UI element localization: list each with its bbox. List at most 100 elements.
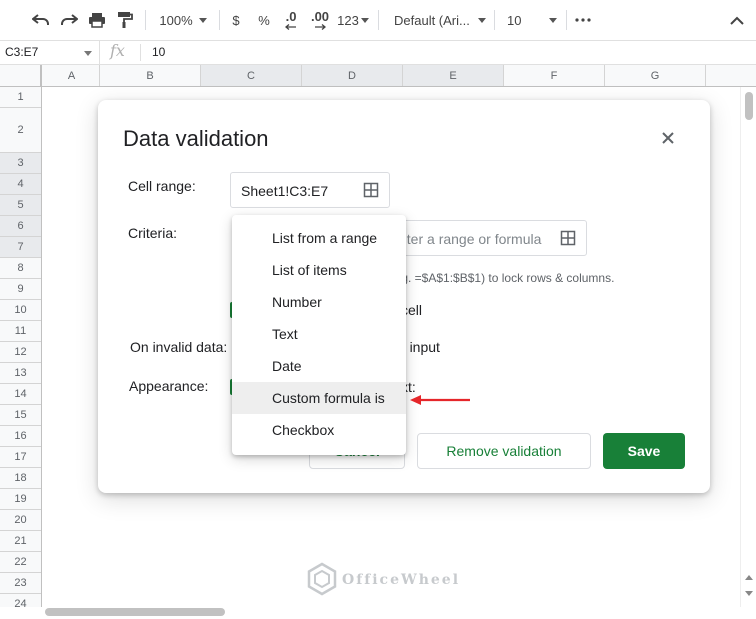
remove-validation-button[interactable]: Remove validation [417, 433, 591, 469]
row-header-21[interactable]: 21 [0, 531, 41, 552]
menu-item-list-from-range[interactable]: List from a range [232, 222, 406, 254]
row-header-6[interactable]: 6 [0, 216, 41, 237]
row-header-17[interactable]: 17 [0, 447, 41, 468]
toolbar-divider [219, 10, 220, 30]
annotation-arrow-icon [410, 395, 470, 405]
criteria-range-input[interactable]: nter a range or formula [388, 220, 587, 256]
toolbar: 100% $ % .0 .00 123 Default (Ari... 10 [0, 0, 756, 41]
row-header-15[interactable]: 15 [0, 405, 41, 426]
undo-button[interactable] [30, 8, 52, 32]
toolbar-divider [566, 10, 567, 30]
column-header-f[interactable]: F [504, 65, 605, 86]
font-family-value: Default (Ari... [394, 12, 470, 28]
decrease-decimals-label: .0 [285, 9, 297, 24]
row-header-4[interactable]: 4 [0, 174, 41, 195]
row-header-13[interactable]: 13 [0, 363, 41, 384]
zoom-select[interactable]: 100% [155, 8, 211, 32]
fx-icon: fx [110, 41, 125, 60]
row-header-12[interactable]: 12 [0, 342, 41, 363]
row-headers: 1 2 3 4 5 6 7 8 9 10 11 12 13 14 15 16 1… [0, 87, 42, 607]
toolbar-divider [145, 10, 146, 30]
column-header-d[interactable]: D [302, 65, 403, 86]
currency-format-button[interactable]: $ [228, 8, 244, 32]
collapse-toolbar-button[interactable] [726, 8, 748, 32]
scroll-down-arrow-icon[interactable] [745, 591, 753, 596]
criteria-placeholder: nter a range or formula [399, 231, 542, 247]
select-range-grid-icon[interactable] [560, 230, 576, 246]
select-range-grid-icon[interactable] [363, 182, 379, 198]
menu-item-number[interactable]: Number [232, 286, 406, 318]
row-header-7[interactable]: 7 [0, 237, 41, 258]
officewheel-logo-icon [307, 562, 337, 596]
menu-item-list-of-items[interactable]: List of items [232, 254, 406, 286]
menu-item-checkbox[interactable]: Checkbox [232, 414, 406, 446]
horizontal-scroll-thumb[interactable] [45, 608, 225, 616]
row-header-22[interactable]: 22 [0, 552, 41, 573]
more-formats-label: 123 [337, 12, 359, 28]
paint-roller-icon [118, 12, 133, 28]
close-button[interactable] [660, 130, 676, 146]
print-button[interactable] [86, 8, 108, 32]
select-all-corner[interactable] [0, 65, 42, 86]
criteria-label: Criteria: [128, 225, 178, 241]
toolbar-divider [378, 10, 379, 30]
increase-decimals-button[interactable]: .00 [308, 8, 332, 32]
row-header-9[interactable]: 9 [0, 279, 41, 300]
column-header-b[interactable]: B [100, 65, 201, 86]
row-header-18[interactable]: 18 [0, 468, 41, 489]
cell-range-input[interactable]: Sheet1!C3:E7 [230, 172, 390, 208]
formula-input[interactable]: 10 [152, 45, 165, 59]
row-header-20[interactable]: 20 [0, 510, 41, 531]
row-header-2[interactable]: 2 [0, 108, 41, 153]
column-headers: A B C D E F G [0, 65, 756, 87]
watermark-text: OfficeWheel [342, 572, 461, 588]
arrow-left-icon [285, 24, 296, 30]
row-header-8[interactable]: 8 [0, 258, 41, 279]
row-header-5[interactable]: 5 [0, 195, 41, 216]
row-header-1[interactable]: 1 [0, 87, 41, 108]
menu-item-date[interactable]: Date [232, 350, 406, 382]
formula-divider [140, 44, 141, 61]
save-button[interactable]: Save [603, 433, 685, 469]
font-family-select[interactable]: Default (Ari... [386, 8, 486, 32]
row-header-10[interactable]: 10 [0, 300, 41, 321]
column-header-e[interactable]: E [403, 65, 504, 86]
formula-bar: C3:E7 fx 10 [0, 41, 756, 65]
column-header-c[interactable]: C [201, 65, 302, 86]
name-box-value: C3:E7 [5, 45, 39, 59]
redo-button[interactable] [58, 8, 80, 32]
font-size-select[interactable]: 10 [500, 8, 560, 32]
row-header-16[interactable]: 16 [0, 426, 41, 447]
undo-icon [32, 14, 49, 25]
menu-item-text[interactable]: Text [232, 318, 406, 350]
row-header-14[interactable]: 14 [0, 384, 41, 405]
row-header-3[interactable]: 3 [0, 153, 41, 174]
redo-icon [61, 14, 78, 25]
more-formats-button[interactable]: 123 [336, 8, 370, 32]
horizontal-scrollbar[interactable] [42, 605, 740, 619]
row-header-11[interactable]: 11 [0, 321, 41, 342]
increase-decimals-label: .00 [310, 9, 330, 24]
chevron-down-icon [477, 17, 486, 23]
menu-item-custom-formula[interactable]: Custom formula is [232, 382, 406, 414]
row-header-24[interactable]: 24 [0, 594, 41, 607]
watermark: OfficeWheel [304, 562, 458, 596]
vertical-scrollbar[interactable] [740, 87, 756, 607]
percent-format-button[interactable]: % [255, 8, 273, 32]
scroll-up-arrow-icon[interactable] [745, 575, 753, 580]
chevron-up-icon [730, 16, 744, 25]
row-header-23[interactable]: 23 [0, 573, 41, 594]
column-header-g[interactable]: G [605, 65, 706, 86]
cell-range-label: Cell range: [128, 178, 196, 194]
criteria-dropdown-menu: List from a range List of items Number T… [232, 215, 406, 455]
decrease-decimals-button[interactable]: .0 [280, 8, 302, 32]
vertical-scroll-thumb[interactable] [745, 92, 753, 120]
column-header-a[interactable]: A [44, 65, 100, 86]
toolbar-divider [494, 10, 495, 30]
more-options-button[interactable] [572, 8, 594, 32]
font-size-value: 10 [507, 12, 522, 28]
paint-format-button[interactable] [114, 8, 136, 32]
name-box[interactable]: C3:E7 [0, 41, 100, 64]
row-header-19[interactable]: 19 [0, 489, 41, 510]
more-horizontal-icon [575, 18, 591, 22]
